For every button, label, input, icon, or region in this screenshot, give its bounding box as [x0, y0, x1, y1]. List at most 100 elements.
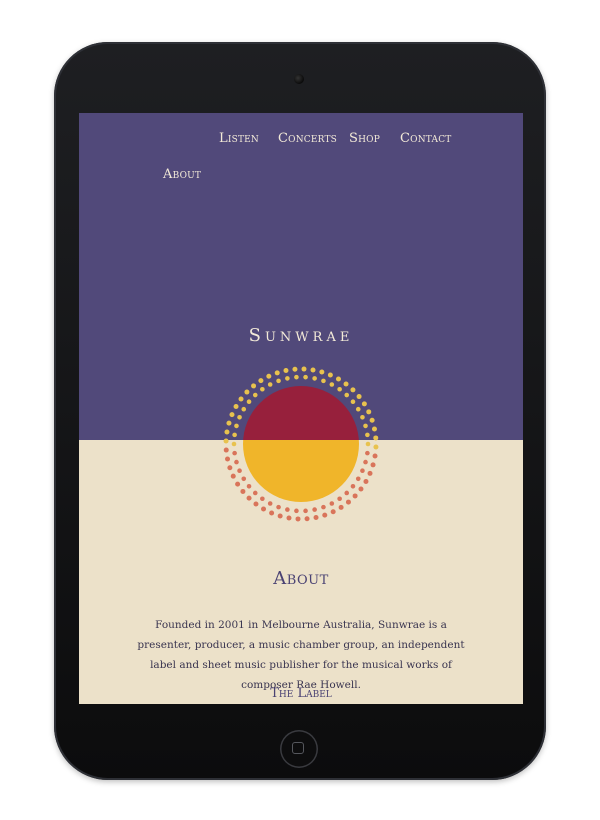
- ring-dot: [232, 450, 237, 456]
- ring-dot: [363, 459, 368, 465]
- label-heading: The Label: [270, 686, 332, 701]
- ring-dot: [267, 382, 273, 387]
- ring-dot: [276, 378, 281, 384]
- ring-dot: [225, 456, 231, 462]
- about-paragraph: Founded in 2001 in Melbourne Australia, …: [137, 619, 465, 691]
- ring-dot: [246, 495, 252, 501]
- ring-dot: [226, 420, 232, 426]
- ring-dot: [313, 514, 319, 520]
- ring-dot: [327, 372, 333, 378]
- ring-dot: [261, 506, 267, 512]
- home-button[interactable]: [280, 730, 318, 768]
- ring-dot: [283, 368, 289, 374]
- ring-dot: [319, 369, 325, 375]
- ring-dot: [329, 501, 335, 506]
- ring-dot: [269, 510, 275, 516]
- ring-dot: [356, 394, 362, 400]
- ring-dot: [355, 406, 361, 412]
- ring-dot: [234, 423, 239, 429]
- ring-dot: [274, 370, 280, 376]
- ring-dot: [285, 376, 290, 381]
- ring-dot: [361, 401, 367, 407]
- ring-dot: [303, 508, 308, 514]
- ring-dot: [358, 486, 364, 492]
- ring-dot: [246, 399, 252, 405]
- ring-dot: [240, 488, 246, 494]
- ring-dot: [277, 513, 283, 519]
- ring-dot: [350, 387, 356, 393]
- ring-dot: [370, 462, 376, 468]
- ring-dot: [295, 516, 301, 522]
- nav-concerts-link[interactable]: Concerts: [278, 131, 337, 146]
- ring-dot: [329, 382, 335, 387]
- ring-dot: [337, 496, 342, 502]
- ring-dot: [267, 501, 273, 506]
- ring-dot: [252, 392, 258, 398]
- ring-dot: [363, 478, 369, 484]
- ring-dot: [260, 496, 265, 502]
- ring-dot: [244, 389, 250, 395]
- ring-dot: [321, 504, 326, 510]
- nav-about-link[interactable]: About: [163, 167, 201, 182]
- ring-dot: [276, 504, 281, 510]
- ring-dot: [367, 470, 373, 476]
- nav-shop-link[interactable]: Shop: [349, 131, 380, 146]
- ring-dot: [227, 465, 233, 471]
- ring-dot: [301, 366, 307, 372]
- ring-dot: [365, 450, 370, 456]
- ring-dot: [344, 392, 350, 398]
- ring-dot: [321, 378, 326, 384]
- ring-dot: [344, 490, 350, 496]
- ring-dot: [310, 367, 316, 373]
- ring-dot: [373, 435, 379, 441]
- ring-dot: [266, 373, 272, 379]
- ring-dot: [355, 476, 361, 482]
- ring-dot: [285, 507, 290, 512]
- ring-dot: [286, 515, 292, 521]
- ring-dot: [343, 381, 349, 387]
- ring-dot: [241, 476, 247, 482]
- ring-dot: [338, 504, 344, 510]
- ring-dot: [365, 432, 370, 438]
- ring-dot: [369, 417, 375, 423]
- ring-dot: [335, 376, 341, 382]
- nav-listen-link[interactable]: Listen: [219, 131, 259, 146]
- camera-icon: [294, 74, 304, 84]
- ring-dot: [223, 447, 229, 453]
- nav-contact-link[interactable]: Contact: [400, 131, 452, 146]
- ring-dot: [252, 490, 258, 496]
- ring-dot: [372, 453, 378, 459]
- ring-dot: [294, 374, 299, 380]
- ring-dot: [365, 441, 371, 447]
- ring-dot: [237, 415, 242, 420]
- screen: Listen Concerts Shop Contact About Sunwr…: [79, 113, 523, 704]
- ring-dot: [237, 468, 242, 473]
- ring-dot: [235, 481, 241, 487]
- about-heading: About: [273, 568, 329, 589]
- ring-dot: [238, 396, 244, 402]
- ring-dot: [223, 438, 229, 444]
- ring-dot: [337, 386, 342, 392]
- ring-dot: [330, 509, 336, 515]
- ring-dot: [373, 444, 379, 450]
- ring-dot: [292, 366, 298, 372]
- ring-dot: [241, 406, 247, 412]
- ring-dot: [360, 415, 365, 420]
- ring-dot: [233, 404, 239, 410]
- ring-dot: [363, 423, 368, 429]
- ring-dot: [322, 512, 328, 518]
- ring-dot: [312, 507, 317, 512]
- ring-dot: [312, 376, 317, 381]
- site-title: Sunwrae: [248, 325, 354, 346]
- ring-dot: [229, 412, 235, 418]
- ring-dot: [224, 429, 230, 435]
- sun-logo-icon: [223, 366, 379, 522]
- ring-dot: [232, 432, 237, 438]
- ring-dot: [366, 409, 372, 415]
- ring-dot: [350, 399, 356, 405]
- ring-dot: [352, 493, 358, 499]
- ring-dot: [230, 473, 236, 479]
- home-button-icon: [292, 742, 304, 754]
- ring-dot: [345, 499, 351, 505]
- ring-dot: [294, 508, 299, 514]
